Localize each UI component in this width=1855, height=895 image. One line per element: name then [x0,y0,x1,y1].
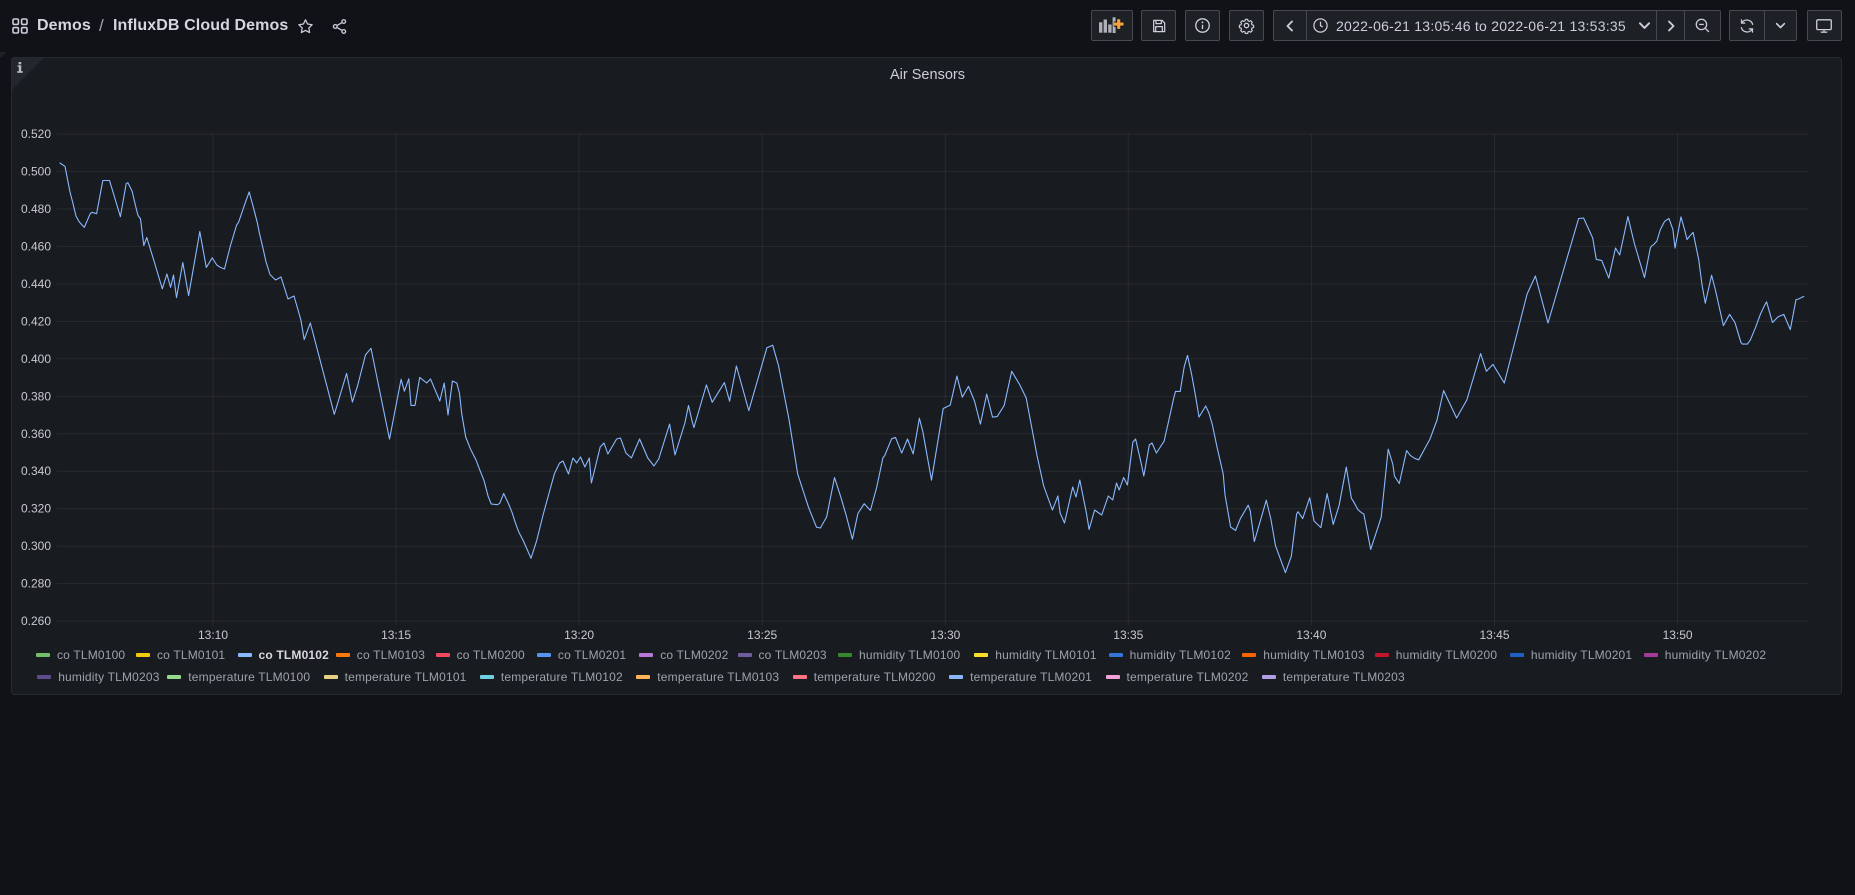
svg-text:0.420: 0.420 [21,314,51,328]
svg-text:0.520: 0.520 [21,127,51,141]
svg-text:13:20: 13:20 [564,628,594,642]
svg-text:0.280: 0.280 [21,577,51,591]
svg-text:0.480: 0.480 [21,202,51,216]
svg-text:0.320: 0.320 [21,502,51,516]
svg-text:0.260: 0.260 [21,614,51,628]
svg-text:0.340: 0.340 [21,464,51,478]
svg-text:0.380: 0.380 [21,389,51,403]
svg-text:13:30: 13:30 [930,628,960,642]
svg-text:0.440: 0.440 [21,277,51,291]
svg-text:13:10: 13:10 [198,628,228,642]
svg-text:13:15: 13:15 [381,628,411,642]
svg-text:0.500: 0.500 [21,165,51,179]
svg-text:0.360: 0.360 [21,427,51,441]
svg-text:13:45: 13:45 [1479,628,1509,642]
svg-text:13:35: 13:35 [1113,628,1143,642]
svg-text:13:50: 13:50 [1663,628,1693,642]
svg-text:0.300: 0.300 [21,539,51,553]
svg-text:13:40: 13:40 [1296,628,1326,642]
svg-text:0.460: 0.460 [21,239,51,253]
svg-text:13:25: 13:25 [747,628,777,642]
svg-text:0.400: 0.400 [21,352,51,366]
